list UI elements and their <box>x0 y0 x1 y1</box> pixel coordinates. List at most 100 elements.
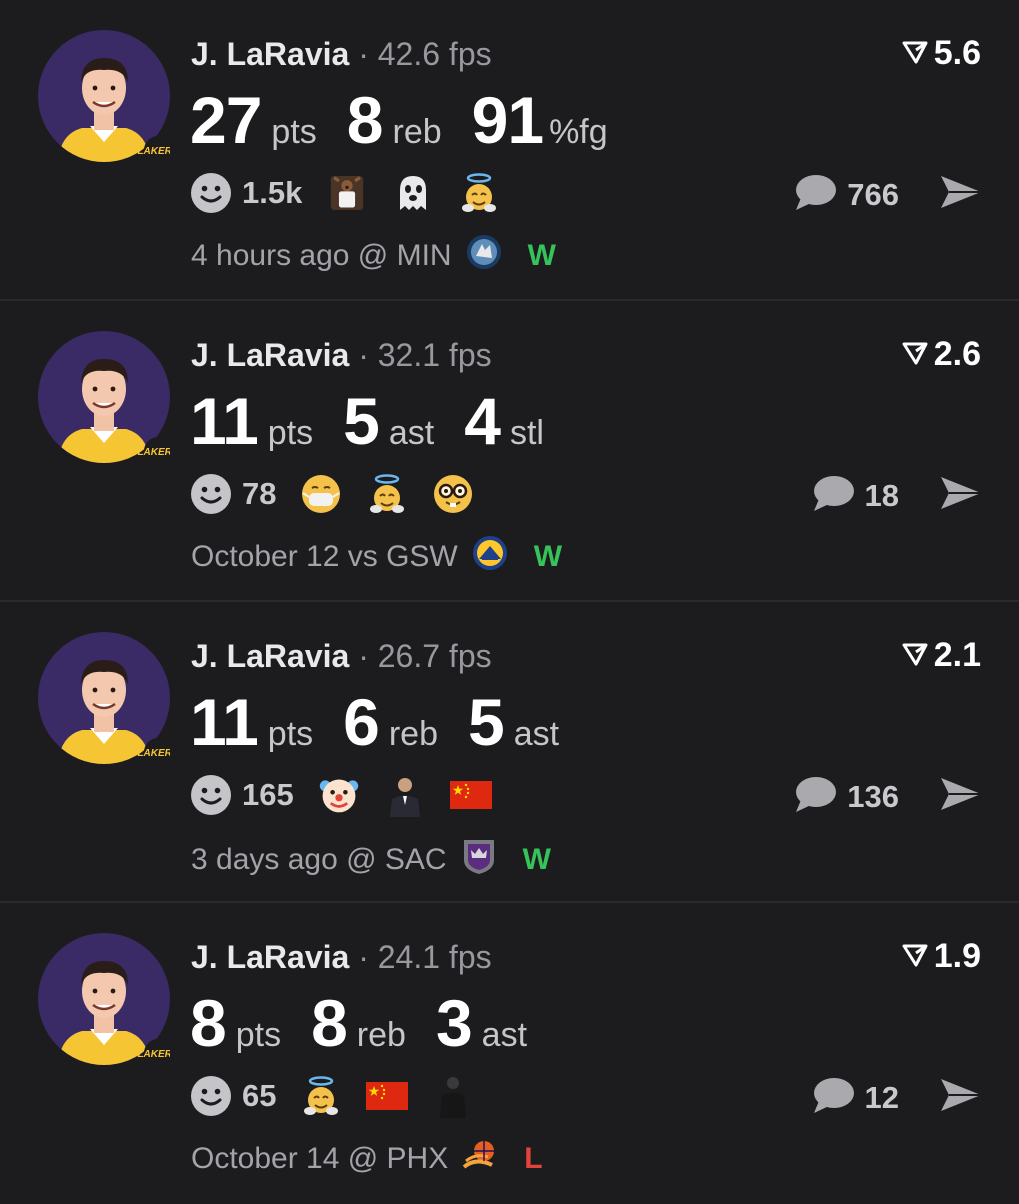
stat-value: 5 <box>468 685 505 759</box>
reactions-bar: 78 <box>190 473 474 515</box>
comments-button[interactable]: 18 <box>811 473 899 518</box>
post-header: J. LaRavia · 24.1 fps <box>191 939 492 975</box>
player-avatar[interactable]: LAKERS <box>38 30 170 162</box>
angel-face-icon[interactable] <box>458 172 500 214</box>
stat-item: 4 stl <box>464 383 544 459</box>
stat-value: 27 <box>190 83 262 157</box>
stat-unit: reb <box>356 1016 406 1054</box>
stat-value: 8 <box>346 83 384 157</box>
rating-score[interactable]: 5.6 <box>902 34 981 73</box>
smiley-icon <box>190 172 232 214</box>
player-name[interactable]: J. LaRavia <box>191 337 349 373</box>
clown-face-icon[interactable] <box>318 774 360 816</box>
rating-score[interactable]: 2.1 <box>902 636 981 675</box>
stat-item: 3 ast <box>436 985 527 1061</box>
smiley-icon <box>190 1075 232 1117</box>
angel-face-icon[interactable] <box>366 473 408 515</box>
add-reaction-button[interactable]: 165 <box>190 774 294 816</box>
stat-line: 11 pts 5 ast 4 stl <box>190 383 574 459</box>
game-text[interactable]: 4 hours ago @ MIN <box>191 239 452 273</box>
comments-button[interactable]: 766 <box>793 172 899 217</box>
score-arrow-icon <box>902 335 928 374</box>
stat-value: 91 <box>471 83 544 157</box>
comment-icon <box>793 172 837 217</box>
reactions-bar: 1.5k <box>190 172 500 214</box>
share-send-icon[interactable] <box>939 475 983 516</box>
score-value: 5.6 <box>933 34 981 72</box>
stat-value: 5 <box>343 384 380 458</box>
stat-value: 11 <box>190 384 259 458</box>
smiley-icon <box>190 473 232 515</box>
add-reaction-button[interactable]: 78 <box>190 473 276 515</box>
score-value: 1.9 <box>933 937 981 975</box>
fantasy-points: 24.1 fps <box>377 939 492 975</box>
stat-post-card[interactable]: LAKERS J. LaRavia · 24.1 fps 1.9 8pts 8reb 3a… <box>0 903 1019 1204</box>
stat-line: 27 pts 8 reb 91 %fg <box>190 82 638 158</box>
stat-value: 4 <box>464 384 501 458</box>
stat-value: 11 <box>190 685 259 759</box>
header-separator: · <box>358 36 369 72</box>
stat-post-card[interactable]: LAKERS J. LaRavia · 32.1 fps 2.6 11pts 5ast 4… <box>0 301 1019 602</box>
stat-item: 11 pts <box>190 383 313 459</box>
china-flag-icon[interactable] <box>449 774 492 816</box>
player-avatar[interactable]: LAKERS <box>38 632 170 764</box>
suit-man-icon[interactable] <box>384 774 426 817</box>
comment-count: 18 <box>864 477 899 513</box>
shocked-man-icon[interactable] <box>326 172 368 214</box>
game-text[interactable]: 3 days ago @ SAC <box>191 843 447 877</box>
stat-post-card[interactable]: LAKERS J. LaRavia · 42.6 fps 5.6 27pts 8reb 9… <box>0 0 1019 301</box>
share-send-icon[interactable] <box>939 174 983 215</box>
comment-icon <box>811 1075 855 1120</box>
comments-button[interactable]: 136 <box>793 774 899 819</box>
stat-item: 5 ast <box>468 684 559 760</box>
post-actions: 766 <box>793 172 983 217</box>
stat-item: 8 pts <box>190 985 281 1061</box>
svg-text:LAKERS: LAKERS <box>137 748 170 759</box>
post-header: J. LaRavia · 26.7 fps <box>191 638 492 674</box>
game-text[interactable]: October 14 @ PHX <box>191 1142 448 1176</box>
mask-face-icon[interactable] <box>300 473 342 515</box>
fantasy-points: 26.7 fps <box>377 638 492 674</box>
angel-face-icon[interactable] <box>300 1075 342 1117</box>
post-actions: 136 <box>793 774 983 819</box>
kings-logo-icon <box>461 836 497 884</box>
post-header: J. LaRavia · 32.1 fps <box>191 337 492 373</box>
share-send-icon[interactable] <box>939 776 983 817</box>
stat-unit: ast <box>388 414 435 452</box>
player-avatar[interactable]: LAKERS <box>38 331 170 463</box>
fantasy-points: 32.1 fps <box>377 337 492 373</box>
game-result: W <box>522 843 551 876</box>
smiley-icon <box>190 774 232 816</box>
comments-button[interactable]: 12 <box>811 1075 899 1120</box>
post-actions: 12 <box>811 1075 983 1120</box>
china-flag-icon[interactable] <box>366 1075 409 1117</box>
reaction-count: 1.5k <box>242 175 303 210</box>
nerd-face-icon[interactable] <box>432 473 474 515</box>
dark-figure-icon[interactable] <box>432 1075 474 1118</box>
player-name[interactable]: J. LaRavia <box>191 638 349 674</box>
add-reaction-button[interactable]: 1.5k <box>190 172 302 214</box>
game-info: October 14 @ PHX L <box>191 1137 543 1181</box>
svg-text:LAKERS: LAKERS <box>137 1049 170 1060</box>
stat-unit: reb <box>388 715 438 753</box>
share-send-icon[interactable] <box>939 1077 983 1118</box>
rating-score[interactable]: 1.9 <box>902 937 981 976</box>
timberwolves-logo-icon <box>466 234 502 278</box>
game-text[interactable]: October 12 vs GSW <box>191 540 458 574</box>
stat-item: 8 reb <box>347 82 442 158</box>
warriors-logo-icon <box>472 535 508 579</box>
player-name[interactable]: J. LaRavia <box>191 36 349 72</box>
add-reaction-button[interactable]: 65 <box>190 1075 276 1117</box>
ghost-icon[interactable] <box>392 172 434 214</box>
score-value: 2.6 <box>933 335 981 373</box>
game-result: L <box>524 1142 543 1175</box>
player-avatar[interactable]: LAKERS <box>38 933 170 1065</box>
player-name[interactable]: J. LaRavia <box>191 939 349 975</box>
stat-post-card[interactable]: LAKERS J. LaRavia · 26.7 fps 2.1 11pts 6reb 5… <box>0 602 1019 903</box>
stat-item: 6 reb <box>343 684 438 760</box>
rating-score[interactable]: 2.6 <box>902 335 981 374</box>
stat-item: 5 ast <box>343 383 434 459</box>
stat-unit: ast <box>513 715 560 753</box>
stat-item: 8 reb <box>311 985 406 1061</box>
reaction-count: 165 <box>242 777 294 812</box>
